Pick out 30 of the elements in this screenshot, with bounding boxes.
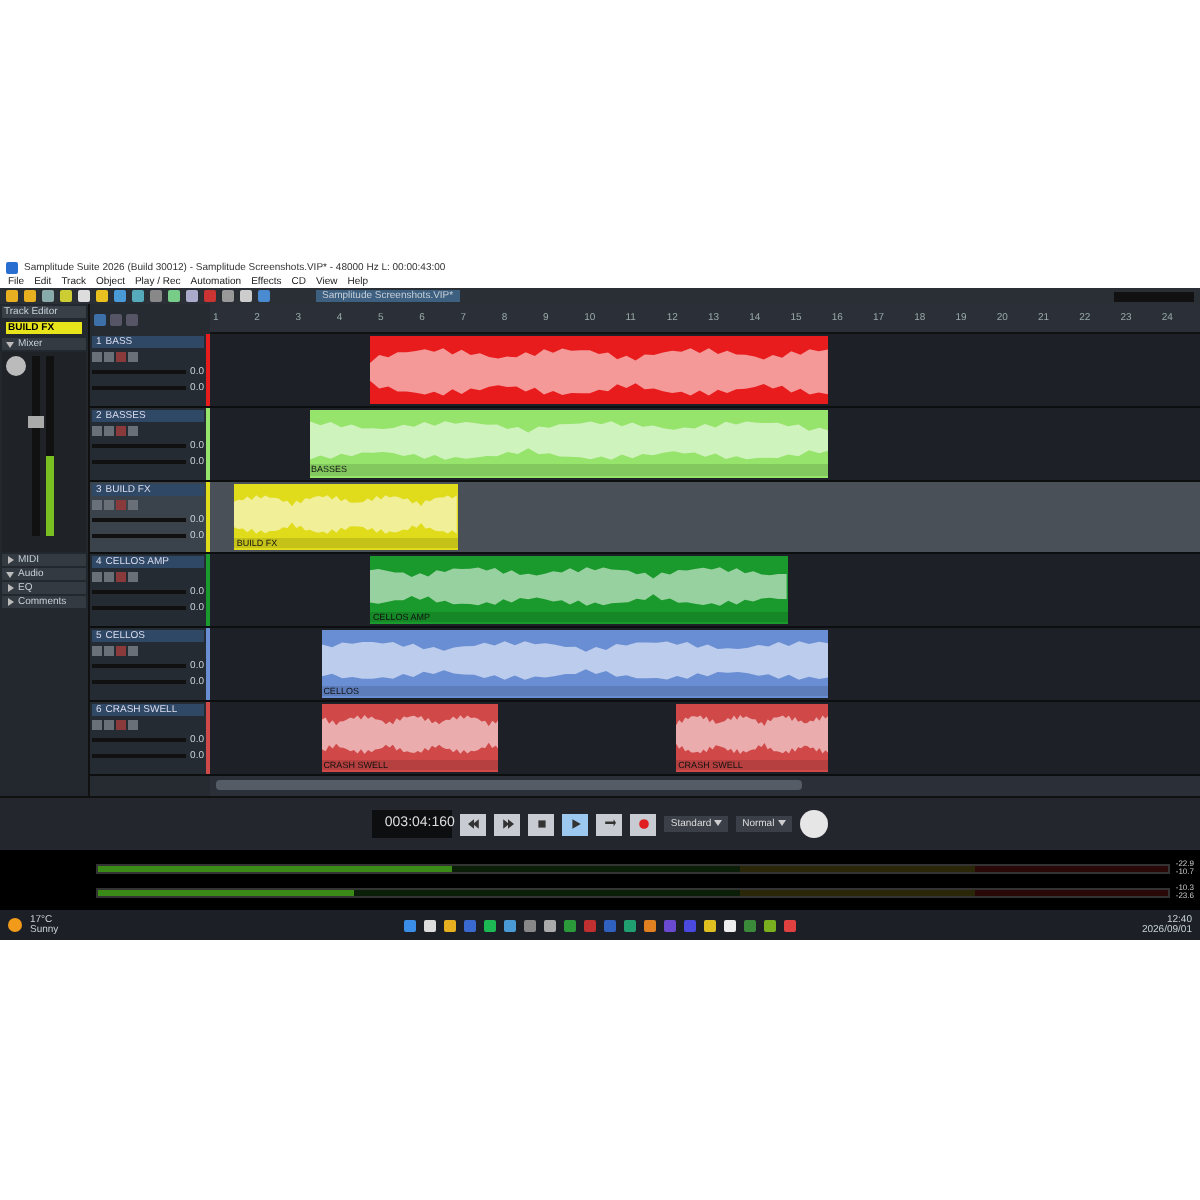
play-button[interactable]: [562, 813, 589, 835]
loop-button[interactable]: [596, 813, 623, 835]
pan-slider[interactable]: [92, 459, 187, 464]
pan-slider[interactable]: [92, 754, 187, 759]
pan-knob[interactable]: [6, 356, 26, 376]
forward-icon: [501, 818, 514, 830]
volume-slider[interactable]: [92, 590, 187, 595]
loop-icon: [603, 818, 616, 830]
stop-icon: [535, 818, 548, 830]
master-knob[interactable]: [799, 810, 828, 838]
rewind-icon: [467, 818, 480, 830]
pan-slider[interactable]: [92, 533, 187, 538]
rewind-button[interactable]: [460, 813, 487, 835]
stop-button[interactable]: [528, 813, 555, 835]
volume-slider[interactable]: [92, 517, 187, 522]
record-icon: [637, 818, 650, 830]
pan-slider[interactable]: [92, 680, 187, 685]
play-icon: [569, 818, 582, 830]
volume-slider[interactable]: [92, 664, 187, 669]
app-logo-icon: [6, 261, 18, 273]
pan-slider[interactable]: [92, 606, 187, 611]
volume-slider[interactable]: [92, 738, 187, 743]
caret-icon: [777, 820, 786, 827]
caret-icon: [714, 820, 723, 827]
horizontal-scrollbar[interactable]: [210, 775, 1200, 796]
volume-slider[interactable]: [92, 443, 187, 448]
search-field[interactable]: [1114, 291, 1194, 301]
forward-button[interactable]: [494, 813, 521, 835]
weather-sun-icon[interactable]: [8, 918, 22, 932]
record-button[interactable]: [630, 813, 657, 835]
